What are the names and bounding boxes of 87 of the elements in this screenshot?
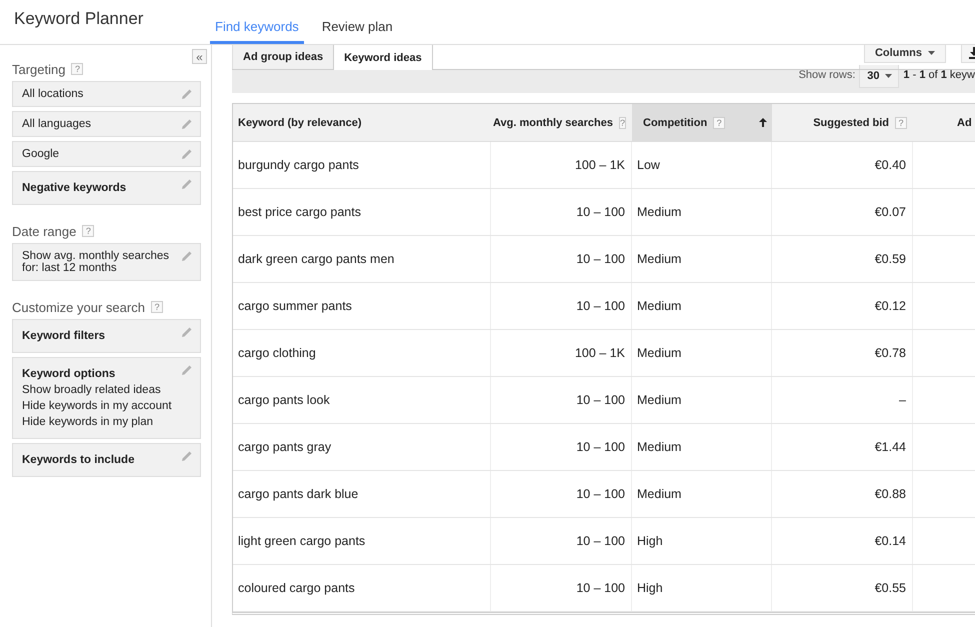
table-cell: 10 – 100 xyxy=(576,393,625,407)
card-title: Google xyxy=(22,148,60,160)
table-cell: €0.40 xyxy=(874,158,906,172)
table-cell: Medium xyxy=(637,487,682,501)
table-cell: 100 – 1K xyxy=(574,346,625,360)
pencil-icon[interactable] xyxy=(181,450,193,462)
table-cell: €0.78 xyxy=(874,346,906,360)
table-cell: €0.07 xyxy=(874,205,906,219)
column-header[interactable]: Avg. monthly searches ? xyxy=(491,104,632,141)
table-cell: 10 – 100 xyxy=(576,205,625,219)
sort-arrow-icon xyxy=(759,118,767,127)
section-heading: Date range xyxy=(12,224,76,238)
columns-button[interactable]: Columns xyxy=(864,45,946,63)
range-text: 1 - 1 of 1 keyw xyxy=(903,69,975,81)
table-cell: High xyxy=(637,534,663,548)
pencil-icon[interactable] xyxy=(181,364,193,376)
table-cell: Medium xyxy=(637,440,682,454)
table-cell: Medium xyxy=(637,252,682,266)
table-cell: cargo summer pants xyxy=(238,299,352,313)
pencil-icon[interactable] xyxy=(181,326,193,338)
table-cell: €0.88 xyxy=(874,487,906,501)
table-cell: 10 – 100 xyxy=(576,440,625,454)
results-tab[interactable]: Keyword ideas xyxy=(333,45,433,70)
settings-card[interactable]: Google xyxy=(12,141,201,167)
pencil-icon[interactable] xyxy=(181,148,193,160)
table-cell: 100 – 1K xyxy=(574,158,625,172)
table-cell: €0.59 xyxy=(874,252,906,266)
table-cell: cargo clothing xyxy=(238,346,316,360)
results-tab[interactable]: Ad group ideas xyxy=(232,45,334,69)
settings-card[interactable]: Keyword options Show broadly related ideas Hide keywords in my account Hide keywords in my plan xyxy=(12,357,201,439)
table-cell: – xyxy=(899,393,906,407)
settings-card[interactable]: Negative keywords xyxy=(12,171,201,205)
table-cell: 10 – 100 xyxy=(576,299,625,313)
card-title: Negative keywords xyxy=(22,182,128,194)
card-title: All languages xyxy=(22,118,92,130)
settings-card[interactable]: Keywords to include xyxy=(12,443,201,477)
table-cell: €0.12 xyxy=(874,299,906,313)
table-cell: 10 – 100 xyxy=(576,252,625,266)
table-cell: €0.14 xyxy=(874,534,906,548)
column-header[interactable]: Keyword (by relevance) xyxy=(233,104,491,141)
rows-dropdown[interactable]: 30 xyxy=(859,65,900,88)
table-cell: 10 – 100 xyxy=(576,534,625,548)
pencil-icon[interactable] xyxy=(181,178,193,190)
table-cell: Low xyxy=(637,158,660,172)
caret-icon xyxy=(928,51,935,55)
section-heading: Targeting xyxy=(12,62,66,76)
table-cell: light green cargo pants xyxy=(238,534,366,548)
table-cell: coloured cargo pants xyxy=(238,581,355,595)
pencil-icon[interactable] xyxy=(181,250,193,262)
column-header[interactable]: Suggested bid ? xyxy=(772,104,913,141)
collapse-button[interactable]: « xyxy=(192,49,207,64)
nav-tab[interactable]: Review plan xyxy=(316,0,398,44)
show-rows-label: Show rows: xyxy=(798,69,856,81)
table-cell: Medium xyxy=(637,299,682,313)
table-cell: Medium xyxy=(637,205,682,219)
table-cell: cargo pants gray xyxy=(238,440,332,454)
table-cell: €1.44 xyxy=(874,440,906,454)
settings-card[interactable]: Show avg. monthly searches for: last 12 months xyxy=(12,243,201,281)
pencil-icon[interactable] xyxy=(181,118,193,130)
card-title: Keywords to include xyxy=(22,454,136,466)
settings-card[interactable]: Keyword filters xyxy=(12,319,201,353)
table-cell: cargo pants look xyxy=(238,393,330,407)
table-cell: burgundy cargo pants xyxy=(238,158,359,172)
table-cell: €0.55 xyxy=(874,581,906,595)
table-cell: 10 – 100 xyxy=(576,487,625,501)
option-line: Show broadly related ideas xyxy=(22,384,162,396)
table-cell: dark green cargo pants men xyxy=(238,252,394,266)
table-cell: Medium xyxy=(637,346,682,360)
table-cell: Medium xyxy=(637,393,682,407)
caret-icon xyxy=(884,74,892,78)
settings-card[interactable]: All locations xyxy=(12,81,201,107)
settings-card[interactable]: All languages xyxy=(12,111,201,137)
column-header[interactable]: Competition ? xyxy=(632,104,772,141)
card-title: Keyword options xyxy=(22,368,116,380)
section-heading: Customize your search xyxy=(12,300,145,314)
option-line: Hide keywords in my plan xyxy=(22,416,154,428)
card-title: Keyword filters xyxy=(22,330,106,342)
table-cell: 10 – 100 xyxy=(576,581,625,595)
table-cell: High xyxy=(637,581,663,595)
card-title: Show avg. monthly searches for: last 12 months xyxy=(22,250,170,274)
app-title: Keyword Planner xyxy=(13,8,144,30)
table-cell: cargo pants dark blue xyxy=(238,487,358,501)
pencil-icon[interactable] xyxy=(181,88,193,100)
table-cell: best price cargo pants xyxy=(238,205,361,219)
option-line: Hide keywords in my account xyxy=(22,400,173,412)
column-header[interactable]: Ad xyxy=(913,104,975,141)
card-title: All locations xyxy=(22,88,84,100)
